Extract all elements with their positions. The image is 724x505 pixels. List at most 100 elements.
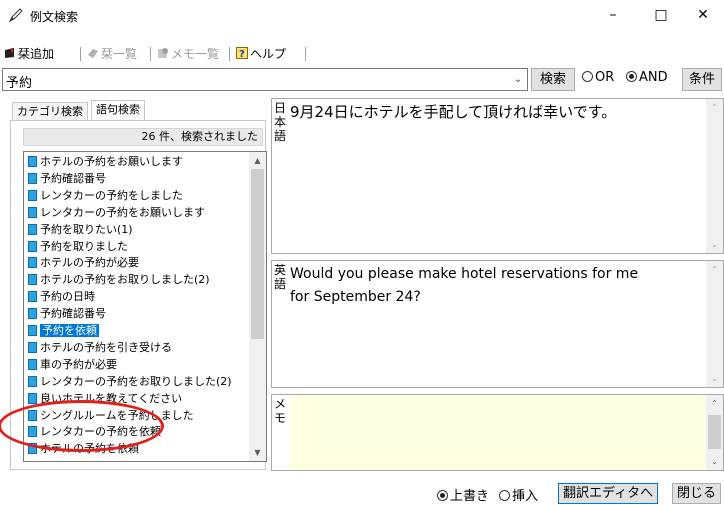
scroll-down-icon[interactable]: ⌄ [706, 453, 723, 470]
tab-strip: カテゴリ検索 語句検索 [10, 98, 266, 120]
search-row: 予約 ⌄ 検索 OR AND 条件 [0, 68, 724, 94]
list-item[interactable]: 予約確認番号 [28, 307, 106, 320]
list-item-label: レンタカーの予約をお取りしました(2) [40, 374, 232, 388]
list-item-label: 予約を取りたい(1) [40, 222, 133, 236]
list-item[interactable]: シングルルームを予約しました [28, 409, 194, 422]
list-item[interactable]: 車の予約が必要 [28, 358, 117, 371]
scroll-up-icon[interactable]: ⌃ [706, 395, 723, 412]
list-item-label: 良いホテルを教えてください [40, 391, 183, 405]
scroll-thumb[interactable] [708, 415, 721, 449]
list-item[interactable]: ホテルの予約を引き受ける [28, 341, 172, 354]
japanese-pane[interactable]: 日本語 9月24日にホテルを手配して頂ければ幸いです。 ⌃ ⌄ [271, 98, 724, 254]
scroll-up-icon[interactable]: ▲ [249, 152, 266, 169]
result-count: 26 件、検索されました [23, 128, 263, 146]
list-item[interactable]: レンタカーの予約をお願いします [28, 206, 205, 219]
toolbar: 栞追加 栞一覧 メモ一覧 ? ヘルプ [0, 43, 724, 65]
close-button[interactable]: 閉じる [672, 483, 722, 504]
list-item[interactable]: レンタカーの予約を依頼 [28, 425, 161, 438]
toolbar-divider [80, 47, 81, 61]
help-label: ヘルプ [250, 47, 287, 61]
bookmark-list-button[interactable]: 栞一覧 [87, 43, 137, 65]
tab-phrase-search[interactable]: 語句検索 [91, 100, 145, 120]
memo-list-label: メモ一覧 [171, 47, 220, 61]
list-item[interactable]: ホテルの予約が必要 [28, 256, 139, 269]
scroll-thumb[interactable] [251, 169, 264, 339]
or-radio-circle[interactable] [582, 71, 593, 82]
list-item[interactable]: ホテルの予約をお取りしました(2) [28, 273, 210, 286]
list-item[interactable]: 良いホテルを教えてください [28, 392, 182, 405]
overwrite-radio-circle[interactable] [437, 490, 448, 501]
document-icon [28, 409, 37, 421]
search-button[interactable]: 検索 [531, 68, 575, 91]
add-bookmark-button[interactable]: 栞追加 [4, 43, 54, 65]
list-item[interactable]: ホテルの予約をお願いします [28, 155, 183, 168]
translation-editor-button[interactable]: 翻訳エディタへ [558, 483, 659, 504]
insert-radio-circle[interactable] [499, 490, 510, 501]
phrase-search-panel: 26 件、検索されました ▲ ▼ ホテルの予約をお願いします 予約確認番号レンタカ… [10, 120, 267, 470]
english-label: 英語 [273, 263, 286, 291]
document-icon [28, 240, 37, 252]
document-icon [28, 358, 37, 370]
english-scrollbar[interactable]: ⌃ ⌄ [706, 261, 723, 387]
memo-label: メモ [273, 397, 286, 425]
list-item-label: 予約の日時 [40, 290, 95, 304]
search-input[interactable]: 予約 ⌄ [2, 68, 528, 91]
insert-radio[interactable]: 挿入 [499, 485, 538, 504]
left-panel: カテゴリ検索 語句検索 26 件、検索されました ▲ ▼ ホテルの予約をお願いし… [0, 98, 267, 470]
insert-label: 挿入 [512, 489, 539, 504]
scroll-down-icon[interactable]: ▼ [249, 444, 266, 461]
toolbar-divider [305, 47, 306, 61]
scroll-up-icon[interactable]: ⌃ [706, 261, 723, 278]
memo-list-button[interactable]: メモ一覧 [157, 43, 219, 65]
list-item-label: レンタカーの予約をお願いします [40, 205, 205, 219]
memo-list-icon [158, 48, 168, 58]
tab-category-search[interactable]: カテゴリ検索 [12, 102, 88, 120]
list-item[interactable]: 予約確認番号 [28, 172, 106, 185]
help-button[interactable]: ? ヘルプ [236, 43, 286, 65]
result-list[interactable]: ▲ ▼ ホテルの予約をお願いします 予約確認番号 レンタカーの予約をしました レンタカ… [23, 151, 267, 462]
list-item[interactable]: ホテルの予約を依頼 [28, 442, 139, 455]
list-item[interactable]: 予約を取りました [28, 240, 128, 253]
document-icon [28, 325, 37, 336]
document-icon [28, 172, 37, 184]
minimize-button[interactable]: – [590, 0, 636, 30]
help-icon: ? [236, 47, 248, 59]
and-label: AND [639, 70, 668, 85]
english-pane[interactable]: 英語 Would you please make hotel reservati… [271, 260, 724, 388]
scroll-down-icon[interactable]: ⌄ [706, 236, 723, 253]
document-icon [28, 443, 37, 455]
overwrite-radio[interactable]: 上書き [437, 485, 489, 504]
maximize-button[interactable]: □ [638, 0, 684, 30]
and-radio[interactable]: AND [626, 70, 668, 85]
toolbar-divider [150, 47, 151, 61]
list-item-label: ホテルの予約が必要 [40, 256, 139, 270]
japanese-scrollbar[interactable]: ⌃ ⌄ [706, 99, 723, 253]
bookmark-icon [5, 48, 14, 58]
toolbar-divider [229, 47, 230, 61]
list-item-label: レンタカーの予約をしました [40, 188, 183, 202]
list-item[interactable]: 予約を取りたい(1) [28, 223, 133, 236]
document-icon [28, 257, 37, 269]
condition-button[interactable]: 条件 [682, 68, 722, 91]
memo-textarea[interactable] [290, 395, 706, 470]
overwrite-label: 上書き [450, 489, 490, 504]
scroll-down-icon[interactable]: ⌄ [706, 370, 723, 387]
list-scrollbar[interactable]: ▲ ▼ [249, 152, 266, 461]
window-title: 例文検索 [30, 10, 79, 24]
list-item-label: ホテルの予約をお取りしました(2) [40, 273, 210, 287]
or-radio[interactable]: OR [582, 70, 614, 85]
or-label: OR [595, 70, 615, 85]
scroll-up-icon[interactable]: ⌃ [706, 99, 723, 116]
memo-scrollbar[interactable]: ⌃ ⌄ [706, 395, 723, 470]
document-icon [28, 375, 37, 387]
and-radio-circle[interactable] [626, 71, 637, 82]
list-item[interactable]: レンタカーの予約をお取りしました(2) [28, 375, 232, 388]
english-text: Would you please make hotel reservations… [290, 263, 638, 309]
document-icon [28, 156, 37, 167]
close-window-button[interactable]: ✕ [680, 0, 724, 30]
pen-app-icon [8, 8, 23, 23]
list-item[interactable]: 予約の日時 [28, 290, 95, 303]
chevron-down-icon[interactable]: ⌄ [509, 69, 527, 90]
list-item[interactable]: レンタカーの予約をしました [28, 189, 183, 202]
list-item[interactable]: 予約を依頼 [28, 324, 99, 337]
